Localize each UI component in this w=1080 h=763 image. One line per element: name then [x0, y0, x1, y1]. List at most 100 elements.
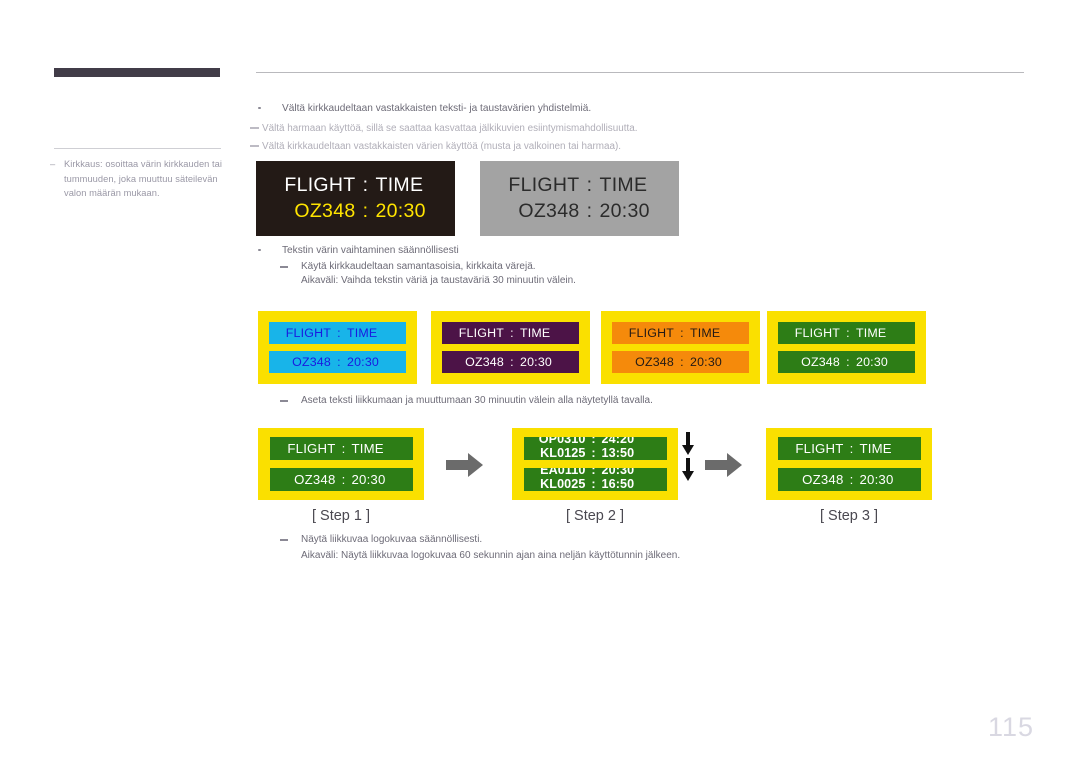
- panel-time-value: 20:30: [347, 355, 380, 369]
- panel-flight-label: FLIGHT: [284, 174, 356, 196]
- panel-time-label: TIME: [599, 174, 648, 196]
- dash-avoid-gray-text: Vältä harmaan käyttöä, sillä se saattaa …: [262, 123, 638, 134]
- panel-colon: :: [680, 326, 684, 340]
- chip-orange: FLIGHT : TIME OZ348 : 20:30: [601, 311, 760, 384]
- panel-time-value: 20:30: [599, 200, 650, 222]
- step-header-row: FLIGHT : TIME: [777, 437, 921, 460]
- scroll-flight-code: KL0125: [540, 445, 586, 460]
- panel-header-row: FLIGHT : TIME: [270, 174, 442, 197]
- dash-mark-icon: [280, 266, 288, 268]
- panel-flight-label: FLIGHT: [794, 326, 840, 340]
- scroll-line: KL0125 : 13:50: [524, 445, 667, 460]
- panel-flight-label: FLIGHT: [628, 326, 674, 340]
- panel-flight-label: FLIGHT: [285, 326, 331, 340]
- page-number: 115: [987, 712, 1034, 742]
- panel-colon: :: [337, 326, 341, 340]
- step-2-panel: OP0310 : 24:20 KL0125 : 13:50 EA0110 : 2…: [512, 428, 678, 500]
- bullet-dot-icon: [258, 248, 261, 252]
- arrow-right-icon: [446, 453, 483, 477]
- sub-use-bright-colors: Käytä kirkkaudeltaan samantasoisia, kirk…: [280, 259, 536, 275]
- panel-value-row: OZ348 : 20:30: [494, 200, 666, 223]
- panel-flight-label: FLIGHT: [795, 441, 844, 456]
- sub-move-text: Aseta teksti liikkumaan ja muuttumaan 30…: [280, 393, 653, 409]
- black-display-panel: FLIGHT : TIME OZ348 : 20:30: [256, 161, 455, 236]
- panel-time-value: 20:30: [351, 472, 386, 487]
- panel-value-row: OZ348 : 20:30: [270, 200, 442, 223]
- panel-flight-code: OZ348: [801, 355, 840, 369]
- dash-avoid-opposite: Vältä kirkkaudeltaan vastakkaisten värie…: [250, 139, 621, 154]
- panel-flight-label: FLIGHT: [287, 441, 336, 456]
- chip-green: FLIGHT : TIME OZ348 : 20:30: [767, 311, 926, 384]
- sub-show-logo-text: Näytä liikkuvaa logokuvaa säännöllisesti…: [301, 534, 483, 545]
- chip-value-row: OZ348 : 20:30: [612, 351, 749, 373]
- chip-value-row: OZ348 : 20:30: [269, 351, 406, 373]
- panel-time-label: TIME: [856, 326, 887, 340]
- arrow-down-icon: [682, 432, 694, 455]
- panel-colon: :: [510, 326, 514, 340]
- bullet-change-text-color-text: Tekstin värin vaihtaminen säännöllisesti: [282, 245, 459, 256]
- panel-colon: :: [341, 441, 346, 456]
- step-value-row: OZ348 : 20:30: [777, 468, 921, 491]
- step-3-panel: FLIGHT : TIME OZ348 : 20:30: [766, 428, 932, 500]
- sidebar-divider: [54, 148, 221, 149]
- panel-flight-code: OZ348: [292, 355, 331, 369]
- panel-colon: :: [362, 200, 369, 222]
- panel-flight-code: OZ348: [465, 355, 504, 369]
- step-scroll-row-bottom: EA0110 : 20:30 KL0025 : 16:50: [523, 468, 667, 491]
- dash-mark-icon: [280, 400, 288, 402]
- arrow-down-icon: [682, 458, 694, 481]
- panel-colon: :: [849, 472, 854, 487]
- panel-colon: :: [337, 355, 341, 369]
- panel-time-label: TIME: [347, 326, 378, 340]
- panel-time-label: TIME: [520, 326, 551, 340]
- panel-colon: :: [362, 174, 369, 196]
- dash-mark-icon: [250, 145, 259, 147]
- bullet-avoid-contrast: Vältä kirkkaudeltaan vastakkaisten tekst…: [258, 101, 591, 116]
- chip-header-row: FLIGHT : TIME: [778, 322, 915, 344]
- panel-flight-label: FLIGHT: [508, 174, 580, 196]
- sub-use-bright-colors-text: Käytä kirkkaudeltaan samantasoisia, kirk…: [301, 261, 536, 272]
- panel-colon: :: [591, 445, 596, 460]
- panel-colon: :: [680, 355, 684, 369]
- panel-colon: :: [846, 355, 850, 369]
- document-page: – Kirkkaus: osoittaa värin kirkkauden ta…: [0, 0, 1080, 763]
- chip-purple: FLIGHT : TIME OZ348 : 20:30: [431, 311, 590, 384]
- bullet-avoid-contrast-text: Vältä kirkkaudeltaan vastakkaisten tekst…: [282, 103, 592, 114]
- panel-time-label: TIME: [351, 441, 384, 456]
- step-value-row: OZ348 : 20:30: [269, 468, 413, 491]
- panel-colon: :: [510, 355, 514, 369]
- redacted-section-title: [54, 68, 220, 77]
- panel-time-label: TIME: [375, 174, 424, 196]
- chip-header-row: FLIGHT : TIME: [612, 322, 749, 344]
- scroll-flight-code: KL0025: [540, 476, 586, 491]
- sidebar-note: – Kirkkaus: osoittaa värin kirkkauden ta…: [50, 157, 232, 201]
- step-scroll-row-top: OP0310 : 24:20 KL0125 : 13:50: [523, 437, 667, 460]
- step-1-panel: FLIGHT : TIME OZ348 : 20:30: [258, 428, 424, 500]
- panel-colon: :: [591, 476, 596, 491]
- step-header-row: FLIGHT : TIME: [269, 437, 413, 460]
- sub-logo-interval: Aikaväli: Näytä liikkuvaa logokuvaa 60 s…: [301, 550, 681, 561]
- panel-header-row: FLIGHT : TIME: [494, 174, 666, 197]
- panel-flight-code: OZ348: [294, 200, 356, 222]
- sidebar-note-text: Kirkkaus: osoittaa värin kirkkauden tai …: [64, 159, 223, 198]
- chip-value-row: OZ348 : 20:30: [778, 351, 915, 373]
- step-1-label: [ Step 1 ]: [311, 508, 371, 524]
- bullet-dot-icon: [258, 106, 261, 110]
- chip-cyan: FLIGHT : TIME OZ348 : 20:30: [258, 311, 417, 384]
- panel-time-label: TIME: [859, 441, 892, 456]
- panel-colon: :: [846, 326, 850, 340]
- gray-display-panel: FLIGHT : TIME OZ348 : 20:30: [480, 161, 679, 236]
- panel-flight-code: OZ348: [294, 472, 336, 487]
- bullet-change-text-color: Tekstin värin vaihtaminen säännöllisesti: [258, 243, 459, 258]
- panel-time-value: 20:30: [520, 355, 553, 369]
- header-divider: [256, 72, 1024, 73]
- panel-colon: :: [341, 472, 346, 487]
- panel-time-label: TIME: [690, 326, 721, 340]
- scroll-time-value: 13:50: [601, 445, 635, 460]
- chip-header-row: FLIGHT : TIME: [269, 322, 406, 344]
- panel-time-value: 20:30: [856, 355, 889, 369]
- arrow-right-icon: [705, 453, 742, 477]
- panel-colon: :: [586, 200, 593, 222]
- panel-time-value: 20:30: [690, 355, 723, 369]
- step-2-label: [ Step 2 ]: [565, 508, 625, 524]
